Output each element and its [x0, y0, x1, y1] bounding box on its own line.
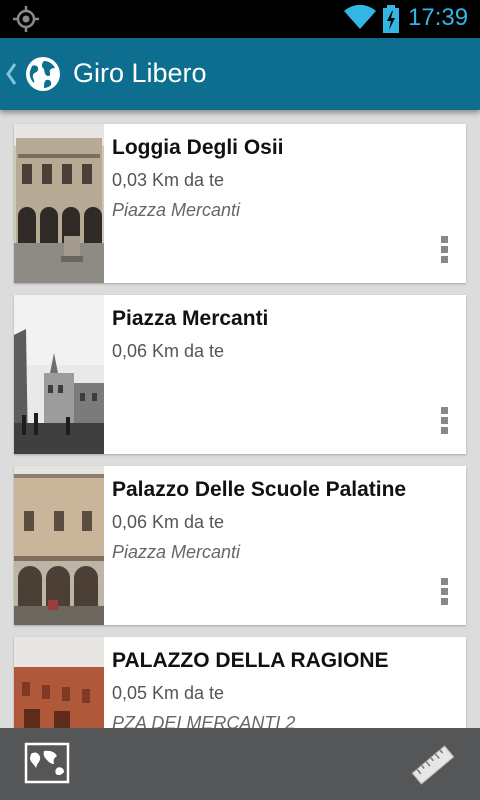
map-icon[interactable] — [24, 742, 70, 784]
status-clock: 17:39 — [408, 4, 469, 31]
place-name: Piazza Mercanti — [112, 307, 269, 330]
place-thumbnail — [14, 637, 104, 728]
overflow-menu-icon[interactable] — [434, 407, 454, 441]
place-thumbnail — [14, 295, 104, 454]
battery-charging-icon — [383, 5, 399, 33]
place-distance: 0,05 Km da te — [112, 683, 225, 703]
list-item[interactable]: PALAZZO DELLA RAGIONE 0,05 Km da te PZA … — [14, 637, 466, 728]
place-address: Piazza Mercanti — [112, 542, 241, 562]
place-thumbnail — [14, 124, 104, 283]
globe-icon[interactable] — [24, 55, 62, 93]
overflow-menu-icon[interactable] — [434, 578, 454, 612]
status-bar: 17:39 — [0, 0, 480, 38]
bottom-toolbar — [0, 728, 480, 800]
back-chevron-icon[interactable] — [4, 60, 18, 88]
list-item[interactable]: Loggia Degli Osii 0,03 Km da te Piazza M… — [14, 124, 466, 283]
page-title: Giro Libero — [73, 58, 207, 88]
wifi-icon — [344, 5, 376, 29]
place-distance: 0,06 Km da te — [112, 341, 225, 361]
list-item[interactable]: Piazza Mercanti 0,06 Km da te — [14, 295, 466, 454]
place-distance: 0,06 Km da te — [112, 512, 225, 532]
overflow-menu-icon[interactable] — [434, 236, 454, 270]
action-bar: Giro Libero — [0, 38, 480, 110]
place-thumbnail — [14, 466, 104, 625]
ruler-icon[interactable] — [410, 742, 456, 788]
place-address: Piazza Mercanti — [112, 200, 241, 220]
place-name: Loggia Degli Osii — [112, 136, 284, 159]
place-name: PALAZZO DELLA RAGIONE — [112, 649, 389, 672]
place-name: Palazzo Delle Scuole Palatine — [112, 478, 407, 501]
list-item[interactable]: Palazzo Delle Scuole Palatine 0,06 Km da… — [14, 466, 466, 625]
gps-icon — [13, 6, 39, 32]
place-address: PZA DEI MERCANTI 2 — [112, 713, 296, 728]
place-distance: 0,03 Km da te — [112, 170, 225, 190]
places-list[interactable]: Loggia Degli Osii 0,03 Km da te Piazza M… — [0, 110, 480, 728]
